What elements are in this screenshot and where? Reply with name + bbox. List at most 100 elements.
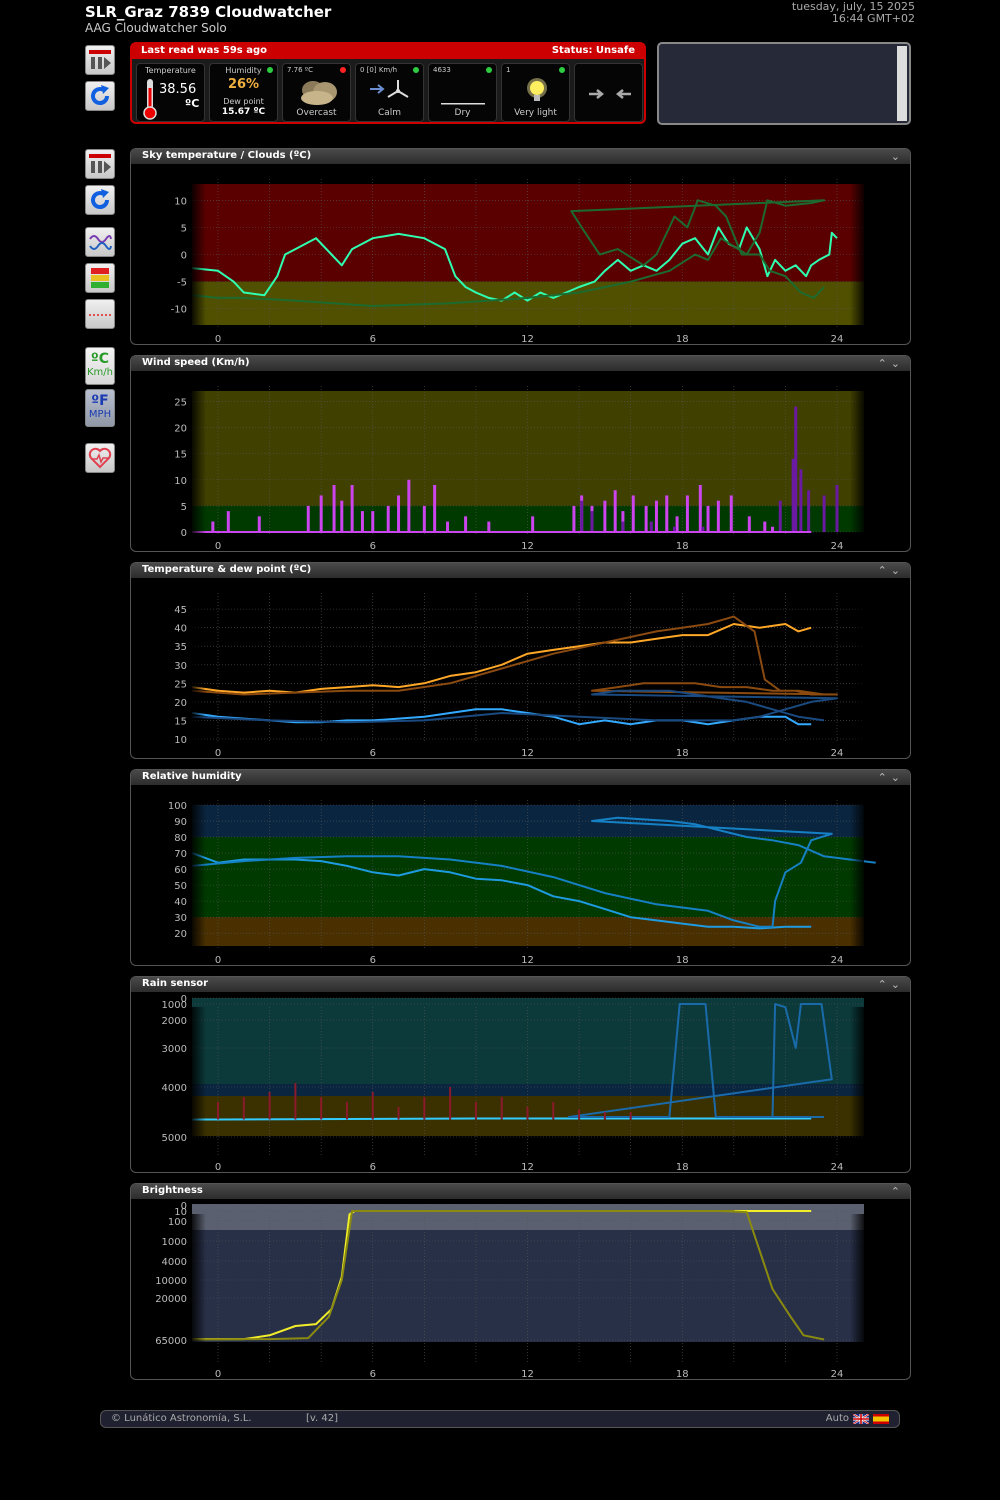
chart-panel-5: Rain sensor ⌃⌄ 0 1000 2000 3000 4000 5000 0 6 12 18… xyxy=(130,976,911,1173)
light-tile: 1 Very light xyxy=(501,63,570,122)
threshold-band xyxy=(192,505,864,532)
left-fade xyxy=(192,386,206,535)
y-tick-label: 4000 xyxy=(162,1083,187,1094)
wind-caption: 0 [0] Km/h xyxy=(360,66,398,74)
y-tick-label: 45 xyxy=(174,605,187,616)
message-scrollbar[interactable] xyxy=(897,46,907,121)
wind-turbine-icon xyxy=(370,80,409,98)
rain-tile: 4633 Dry xyxy=(428,63,497,122)
temperature-value: 38.56 xyxy=(159,82,197,97)
y-tick-label: 90 xyxy=(174,817,187,828)
y-tick-label: 25 xyxy=(174,397,187,408)
x-tick-label: 6 xyxy=(370,334,376,344)
threshold-band xyxy=(192,184,864,282)
rain-label: Dry xyxy=(454,108,471,118)
y-tick-label: 0 xyxy=(181,528,187,539)
language-selector: Auto xyxy=(826,1413,889,1424)
threshold-band xyxy=(192,837,864,918)
x-tick-label: 0 xyxy=(215,541,221,551)
left-fade xyxy=(192,800,206,949)
right-fade xyxy=(850,1214,864,1363)
threshold-band xyxy=(192,281,864,325)
dry-line-icon xyxy=(441,103,485,105)
right-fade xyxy=(850,179,864,328)
chart-title: Relative humidity xyxy=(142,771,242,782)
x-tick-label: 24 xyxy=(831,541,844,551)
pause-icon xyxy=(89,154,111,173)
rain-status-dot xyxy=(486,67,492,73)
chart-title: Rain sensor xyxy=(142,978,209,989)
humidity-status-dot xyxy=(267,67,273,73)
english-flag-icon[interactable] xyxy=(853,1413,869,1424)
auto-label[interactable]: Auto xyxy=(826,1413,849,1424)
chart-title: Brightness xyxy=(142,1185,203,1196)
chart-svg: 45 40 35 30 25 20 15 10 0 6 12 18 24 xyxy=(174,593,864,758)
chart-style-button[interactable] xyxy=(85,227,115,257)
humidity-tile: Humidity 26% Dew point 15.67 ºC xyxy=(209,63,278,122)
spanish-flag-icon[interactable] xyxy=(873,1413,889,1424)
collapse-expand-buttons[interactable]: ⌃⌄ xyxy=(878,357,904,370)
refresh-icon xyxy=(91,85,110,106)
y-tick-label: 70 xyxy=(174,849,187,860)
x-tick-label: 24 xyxy=(831,748,844,758)
x-tick-label: 18 xyxy=(676,541,689,551)
chart-panel-1: Sky temperature / Clouds (ºC) ⌄ 10 5 0 -5 -10 0… xyxy=(130,148,911,345)
wave-lines-icon xyxy=(89,235,112,250)
y-tick-label: 40 xyxy=(174,624,187,635)
status-panel: Last read was 59s ago Status: Unsafe Tem… xyxy=(130,42,646,124)
x-tick-label: 18 xyxy=(676,1369,689,1379)
threshold-band xyxy=(192,998,864,1084)
y-tick-label: 20 xyxy=(174,698,187,709)
metric-units-button[interactable]: ºC Km/h xyxy=(85,347,115,385)
clouds-caption: 7.76 ºC xyxy=(287,66,313,74)
heart-pulse-icon xyxy=(88,447,112,469)
health-button[interactable] xyxy=(85,443,115,473)
page-title: SLR_Graz 7839 Cloudwatcher xyxy=(85,3,332,21)
dew-point-value: 15.67 ºC xyxy=(221,107,266,117)
y-tick-label: 25 xyxy=(174,679,187,690)
chart-panel-header: Relative humidity ⌃⌄ xyxy=(131,770,910,785)
y-tick-label: 65000 xyxy=(155,1336,187,1347)
humidity-value: 26% xyxy=(227,77,260,92)
wind-tile: 0 [0] Km/h Calm xyxy=(355,63,424,122)
overcast-cloud-icon xyxy=(301,81,337,105)
pause-charts-button[interactable] xyxy=(85,149,115,179)
y-tick-label: 35 xyxy=(174,642,187,653)
refresh-charts-button[interactable] xyxy=(85,185,115,215)
chart-svg: 0100020003000400050000 6 12 18 24 xyxy=(162,994,864,1172)
collapse-expand-buttons[interactable]: ⌄ xyxy=(891,150,904,163)
chart-title: Temperature & dew point (ºC) xyxy=(142,564,312,575)
pause-button[interactable] xyxy=(85,45,115,75)
threshold-lines-button[interactable] xyxy=(85,299,115,329)
collapse-expand-buttons[interactable]: ⌃⌄ xyxy=(878,564,904,577)
refresh-icon xyxy=(91,189,110,210)
celsius-label: ºC xyxy=(90,351,110,367)
collapse-expand-buttons[interactable]: ⌃⌄ xyxy=(878,978,904,991)
x-tick-label: 6 xyxy=(370,748,376,758)
message-log[interactable] xyxy=(657,42,911,125)
x-tick-label: 6 xyxy=(370,955,376,965)
collapse-expand-buttons[interactable]: ⌃ xyxy=(891,1185,904,1198)
y-tick-label: 10 xyxy=(174,735,187,746)
status-header: Last read was 59s ago Status: Unsafe xyxy=(132,44,644,59)
y-tick-label: -10 xyxy=(171,305,187,316)
switch-arrows-icon xyxy=(589,89,631,99)
x-tick-label: 6 xyxy=(370,1162,376,1172)
collapse-expand-buttons[interactable]: ⌃⌄ xyxy=(878,771,904,784)
y-tick-label: 10 xyxy=(174,196,187,207)
x-tick-label: 0 xyxy=(215,1162,221,1172)
lightbulb-icon xyxy=(527,78,547,101)
mph-label: MPH xyxy=(88,409,112,420)
x-tick-label: 6 xyxy=(370,1369,376,1379)
imperial-units-button[interactable]: ºF MPH xyxy=(85,389,115,427)
color-bands-button[interactable] xyxy=(85,263,115,293)
y-tick-label: 60 xyxy=(174,865,187,876)
y-tick-label: 15 xyxy=(174,716,187,727)
y-tick-label: 30 xyxy=(174,913,187,924)
right-fade xyxy=(850,1007,864,1156)
threshold-band xyxy=(192,1230,864,1342)
version-text: [v. 42] xyxy=(306,1413,339,1424)
refresh-button[interactable] xyxy=(85,81,115,111)
left-fade xyxy=(192,593,206,742)
light-label: Very light xyxy=(514,108,557,118)
